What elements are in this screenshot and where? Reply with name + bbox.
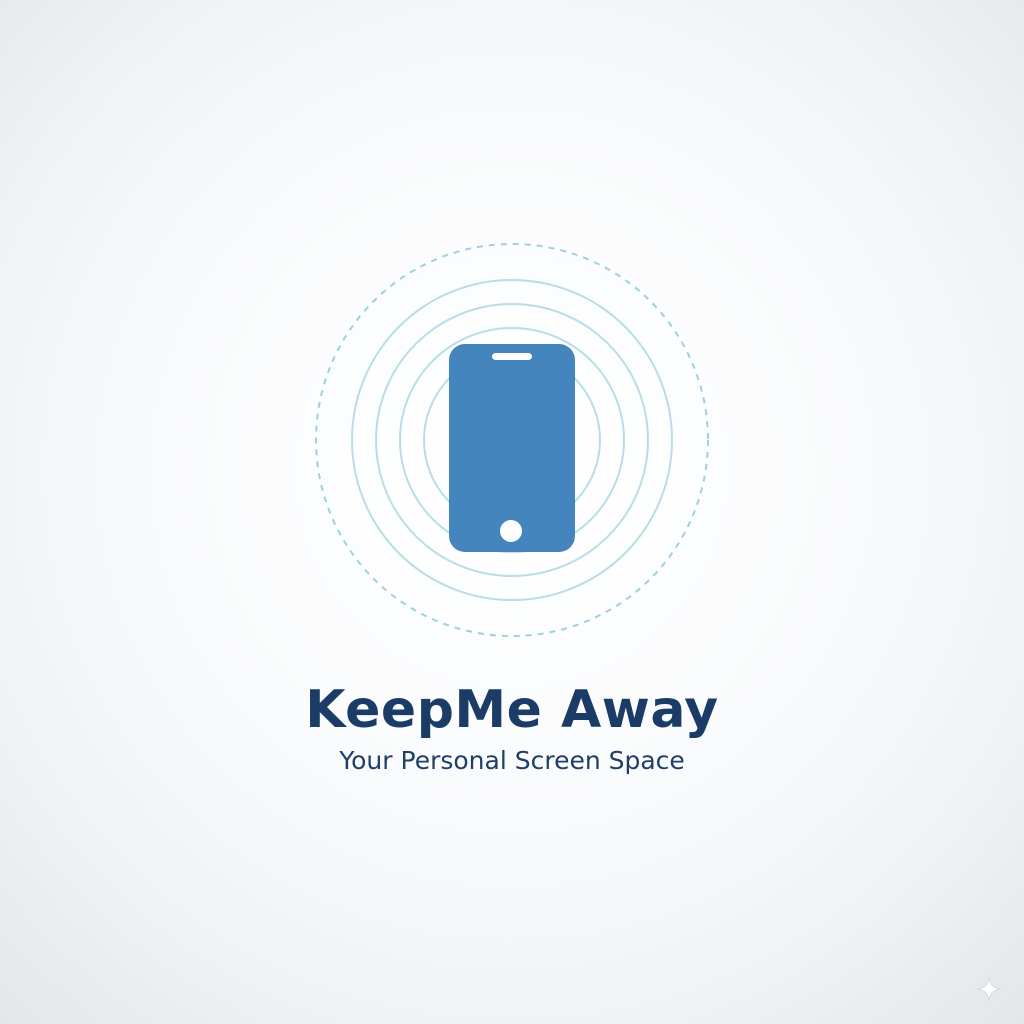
smartphone-icon [449, 344, 575, 552]
app-tagline: Your Personal Screen Space [339, 746, 685, 775]
sparkle-icon [976, 976, 1002, 1002]
splash-screen: KeepMe Away Your Personal Screen Space [0, 0, 1024, 1024]
signal-rings-icon [315, 243, 709, 637]
app-title: KeepMe Away [305, 680, 719, 740]
app-logo [312, 240, 712, 640]
